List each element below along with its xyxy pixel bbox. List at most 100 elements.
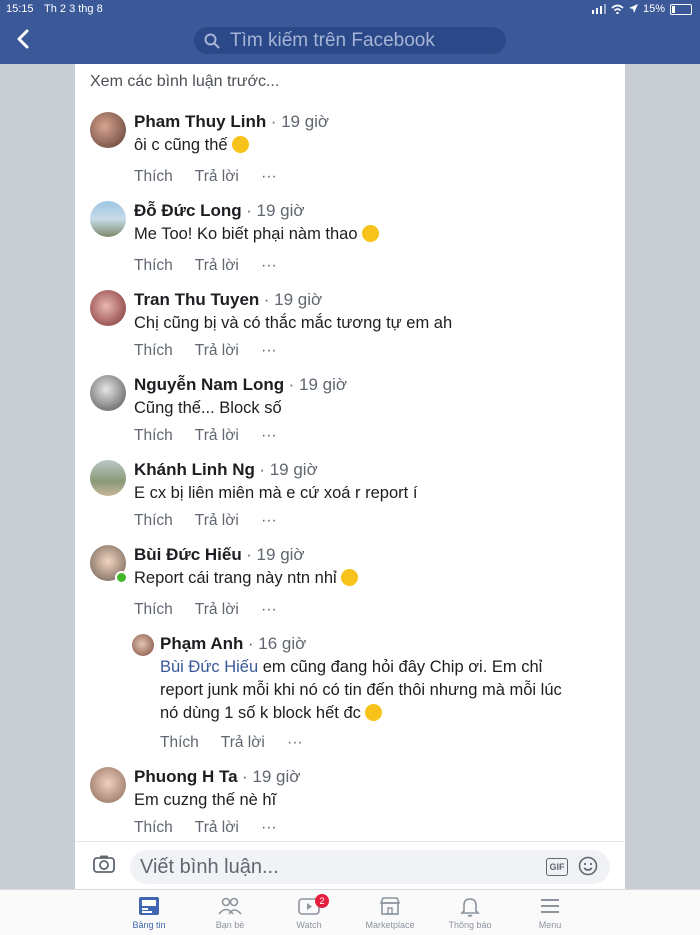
tab-label: Marketplace (365, 920, 415, 930)
comment-author[interactable]: Khánh Linh Ng (134, 460, 255, 479)
tab-label: Thông báo (448, 920, 492, 930)
comment-author[interactable]: Nguyễn Nam Long (134, 375, 284, 394)
right-gutter (625, 64, 700, 889)
tab-friends[interactable]: Bạn bè (195, 894, 265, 930)
avatar[interactable] (90, 460, 126, 496)
reply-button[interactable]: Trả lời (195, 601, 239, 618)
reply-button[interactable]: Trả lời (195, 819, 239, 836)
more-options-button[interactable]: ··· (261, 819, 277, 836)
top-nav-bar: Tìm kiếm trên Facebook (0, 20, 700, 64)
tab-label: Watch (296, 920, 322, 930)
reply-button[interactable]: Trả lời (195, 427, 239, 444)
bell-icon (460, 898, 480, 917)
wifi-icon (611, 4, 624, 14)
search-icon (204, 33, 220, 49)
reply-button[interactable]: Trả lời (221, 734, 265, 751)
tab-news-feed[interactable]: Bảng tin (114, 894, 184, 930)
gif-button[interactable]: GIF (546, 858, 568, 876)
more-options-button[interactable]: ··· (261, 601, 277, 618)
comment-author[interactable]: Bùi Đức Hiếu (134, 545, 242, 564)
crying-face-icon (365, 704, 383, 721)
comment-actions: Thích Trả lời ··· (134, 427, 295, 445)
comment-body: Đỗ Đức Long · 19 giờ Me Too! Ko biết phạ… (134, 201, 594, 246)
comment-text: nó dùng 1 số k block hết đc (160, 704, 361, 722)
camera-icon[interactable] (93, 855, 115, 873)
like-button[interactable]: Thích (160, 734, 199, 751)
comment-time: · 19 giờ (270, 112, 330, 131)
status-right: 15% (591, 3, 692, 15)
comment-input[interactable]: Viết bình luận... GIF (130, 850, 610, 884)
avatar[interactable] (90, 112, 126, 148)
tab-marketplace[interactable]: Marketplace (355, 894, 425, 930)
more-options-button[interactable]: ··· (261, 168, 277, 185)
like-button[interactable]: Thích (134, 819, 173, 836)
battery-icon (670, 3, 692, 15)
back-button[interactable] (12, 29, 34, 53)
comment-time: · 16 giờ (247, 634, 307, 653)
reply-button[interactable]: Trả lời (195, 168, 239, 185)
sad-face-icon (232, 136, 250, 153)
like-button[interactable]: Thích (134, 601, 173, 618)
comment-time: · 19 giờ (288, 375, 348, 394)
chevron-left-icon (17, 29, 29, 49)
comment-body: Nguyễn Nam Long · 19 giờ Cũng thế... Blo… (134, 375, 594, 420)
comment-actions: Thích Trả lời ··· (134, 601, 295, 619)
tab-notifications[interactable]: Thông báo (435, 894, 505, 930)
more-options-button[interactable]: ··· (287, 734, 303, 751)
comment-composer: Viết bình luận... GIF (75, 841, 625, 890)
comment-actions: Thích Trả lời ··· (134, 819, 295, 837)
comment-actions: Thích Trả lời ··· (134, 257, 295, 275)
comment-text: Cũng thế... Block số (134, 399, 282, 417)
comments-panel: Xem các bình luận trước... Pham Thuy Lin… (75, 64, 625, 890)
tab-label: Menu (538, 920, 562, 930)
like-button[interactable]: Thích (134, 168, 173, 185)
like-button[interactable]: Thích (134, 512, 173, 529)
more-options-button[interactable]: ··· (261, 427, 277, 444)
comment-body: Tran Thu Tuyen · 19 giờ Chị cũng bị và c… (134, 290, 594, 335)
like-button[interactable]: Thích (134, 257, 173, 274)
comment-author[interactable]: Phuong H Ta (134, 767, 238, 786)
tab-watch[interactable]: 2 Watch (274, 894, 344, 930)
hamburger-menu-icon (541, 899, 559, 913)
reply-button[interactable]: Trả lời (195, 257, 239, 274)
more-options-button[interactable]: ··· (261, 512, 277, 529)
reply-button[interactable]: Trả lời (195, 512, 239, 529)
search-input[interactable]: Tìm kiếm trên Facebook (194, 27, 506, 54)
tab-menu[interactable]: Menu (515, 894, 585, 930)
mention-link[interactable]: Bùi Đức Hiếu (160, 658, 258, 676)
comment-author[interactable]: Pham Thuy Linh (134, 112, 266, 131)
more-options-button[interactable]: ··· (261, 342, 277, 359)
avatar[interactable] (90, 201, 126, 237)
reply-button[interactable]: Trả lời (195, 342, 239, 359)
avatar[interactable] (132, 634, 154, 656)
signal-icon (591, 4, 606, 14)
more-options-button[interactable]: ··· (261, 257, 277, 274)
tab-label: Bạn bè (215, 920, 245, 930)
comment-actions: Thích Trả lời ··· (134, 168, 295, 186)
emoji-picker-icon[interactable] (578, 856, 598, 876)
comment-text: Em cuzng thế nè hĩ (134, 791, 277, 809)
comment-author[interactable]: Đỗ Đức Long (134, 201, 242, 220)
see-previous-comments-link[interactable]: Xem các bình luận trước... (90, 73, 279, 91)
comment-body: Bùi Đức Hiếu · 19 giờ Report cái trang n… (134, 545, 594, 590)
avatar[interactable] (90, 767, 126, 803)
comment-text: Report cái trang này ntn nhỉ (134, 569, 337, 587)
comment-input-placeholder: Viết bình luận... (140, 856, 279, 878)
left-gutter (0, 64, 75, 889)
comment-author[interactable]: Tran Thu Tuyen (134, 290, 259, 309)
avatar[interactable] (90, 375, 126, 411)
battery-percent: 15% (642, 3, 665, 15)
comment-body: Pham Thuy Linh · 19 giờ ôi c cũng thế (134, 112, 594, 157)
comment-text: Me Too! Ko biết phại nàm thao (134, 225, 358, 243)
avatar[interactable] (90, 290, 126, 326)
comment-body: Phuong H Ta · 19 giờ Em cuzng thế nè hĩ (134, 767, 594, 812)
like-button[interactable]: Thích (134, 427, 173, 444)
comment-author[interactable]: Phạm Anh (160, 634, 243, 653)
status-time: 15:15 (6, 3, 34, 15)
online-status-dot (115, 571, 128, 584)
comment-body: Khánh Linh Ng · 19 giờ E cx bị liên miên… (134, 460, 594, 505)
like-button[interactable]: Thích (134, 342, 173, 359)
comment-time: · 19 giờ (263, 290, 323, 309)
tab-label: Bảng tin (132, 920, 166, 930)
comment-text: Chị cũng bị và có thắc mắc tương tự em a… (134, 314, 453, 332)
